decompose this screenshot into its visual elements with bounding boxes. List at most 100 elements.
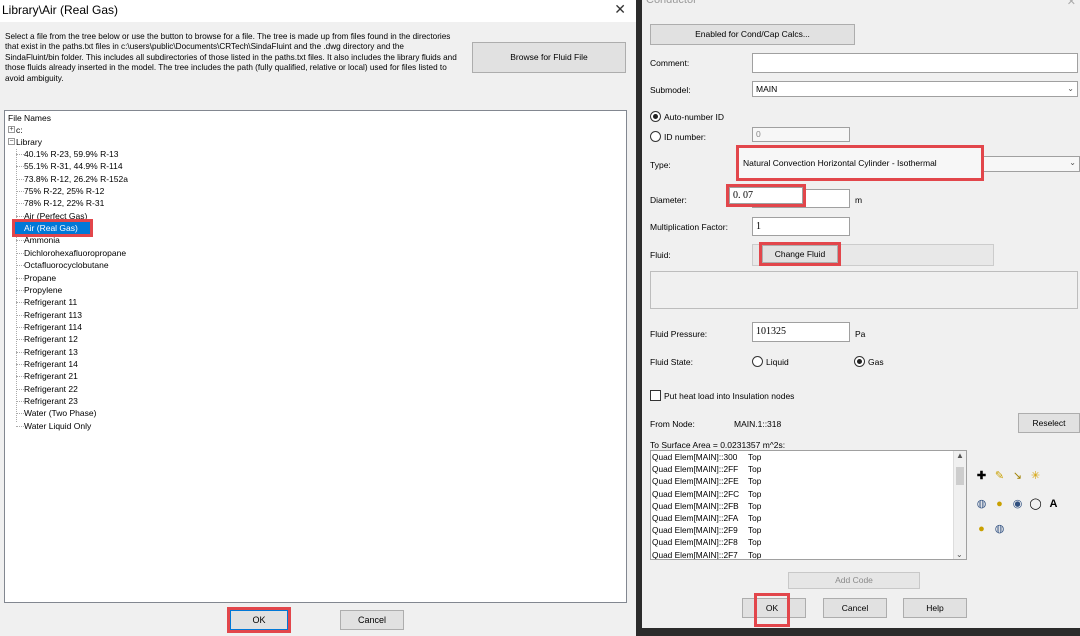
arrow-edit-icon[interactable]: ↘ xyxy=(1010,469,1025,484)
tree-node-c[interactable]: c: xyxy=(16,124,23,136)
list-item[interactable]: Quad Elem[MAIN]::2F7 Top xyxy=(651,549,966,560)
tree-node-fluid[interactable]: Refrigerant 11 xyxy=(24,296,77,308)
list-item[interactable]: Quad Elem[MAIN]::2F8 Top xyxy=(651,536,966,548)
element-list[interactable]: Quad Elem[MAIN]::300 Top Quad Elem[MAIN]::… xyxy=(650,450,967,560)
tree-node-fluid[interactable]: Refrigerant 114 xyxy=(24,321,82,333)
list-item[interactable]: Quad Elem[MAIN]::2F9 Top xyxy=(651,524,966,536)
bulb-small-icon[interactable]: ● xyxy=(974,522,989,537)
scroll-down-icon[interactable]: ⌄ xyxy=(956,550,963,559)
surface-area-value: 0.0231357 m^2s: xyxy=(720,440,786,450)
sparkle-icon[interactable]: ✳ xyxy=(1028,469,1043,484)
select-surface-icon[interactable]: ◉ xyxy=(1010,497,1025,512)
surface-area-label: To Surface Area = 0.0231357 m^2s: xyxy=(650,440,785,450)
pencil-icon[interactable]: ✎ xyxy=(992,469,1007,484)
library-cancel-button[interactable]: Cancel xyxy=(340,610,404,630)
tree-node-fluid[interactable]: Water (Two Phase) xyxy=(24,407,96,419)
fluid-pressure-input[interactable]: 101325 xyxy=(752,322,850,342)
list-item[interactable]: Quad Elem[MAIN]::2FE Top xyxy=(651,475,966,487)
list-item[interactable]: Quad Elem[MAIN]::2FA Top xyxy=(651,512,966,524)
tree-node-fluid[interactable]: 75% R-22, 25% R-12 xyxy=(24,185,104,197)
tree-node-fluid[interactable]: 40.1% R-23, 59.9% R-13 xyxy=(24,148,119,160)
tree-node-fluid[interactable]: Refrigerant 21 xyxy=(24,370,78,382)
comment-input[interactable] xyxy=(752,53,1078,73)
tree-node-fluid[interactable]: 73.8% R-12, 26.2% R-152a xyxy=(24,173,128,185)
tree-node-fluid[interactable]: Water Liquid Only xyxy=(24,420,91,432)
tree-node-fluid[interactable]: Refrigerant 13 xyxy=(24,346,78,358)
tree-node-fluid[interactable]: Propane xyxy=(24,272,56,284)
element-list-scrollbar[interactable]: ▲ ⌄ xyxy=(953,451,966,559)
gas-radio[interactable] xyxy=(854,356,865,367)
expand-c-icon[interactable]: + xyxy=(8,126,15,133)
submodel-value: MAIN xyxy=(756,84,778,94)
auto-number-radio[interactable] xyxy=(650,111,661,122)
tree-branch-line xyxy=(16,265,24,267)
tree-node-fluid[interactable]: 55.1% R-31, 44.9% R-114 xyxy=(24,160,123,172)
tree-node-fluid[interactable]: Refrigerant 14 xyxy=(24,358,78,370)
tree-node-fluid[interactable]: Refrigerant 22 xyxy=(24,383,78,395)
type-chevron-down-icon: ⌄ xyxy=(1069,158,1076,167)
enabled-cond-cap-button[interactable]: Enabled for Cond/Cap Calcs... xyxy=(650,24,855,45)
select-node-icon[interactable]: ◍ xyxy=(974,497,989,512)
tree-node-fluid[interactable]: Refrigerant 23 xyxy=(24,395,78,407)
diameter-input[interactable]: 0. 07 xyxy=(726,184,806,207)
tree-branch-line xyxy=(16,289,24,291)
tree-node-fluid[interactable]: Air (Perfect Gas) xyxy=(24,210,87,222)
list-item[interactable]: Quad Elem[MAIN]::2FB Top xyxy=(651,500,966,512)
list-item[interactable]: Quad Elem[MAIN]::2FF Top xyxy=(651,463,966,475)
type-select[interactable]: Natural Convection Horizontal Cylinder -… xyxy=(736,145,984,181)
conductor-cancel-button[interactable]: Cancel xyxy=(823,598,887,618)
letter-a-icon[interactable]: A xyxy=(1046,497,1061,512)
list-item[interactable]: Quad Elem[MAIN]::300 Top xyxy=(651,451,966,463)
tree-node-fluid[interactable]: Octafluorocyclobutane xyxy=(24,259,109,271)
tree-branch-line xyxy=(16,388,24,390)
conductor-ok-button[interactable]: OK xyxy=(754,593,790,627)
type-select-extension[interactable]: ⌄ xyxy=(984,156,1080,172)
tree-branch-line xyxy=(16,401,24,402)
tree-node-fluid[interactable]: Dichlorohexafluoropropane xyxy=(24,247,126,259)
element-side: Top xyxy=(748,476,762,487)
conductor-close-icon[interactable]: ✕ xyxy=(1067,0,1076,8)
file-tree[interactable]: File Names + c: − Library 40.1% R-23, 59… xyxy=(4,110,627,603)
surface-area-text: To Surface Area = xyxy=(650,440,718,450)
add-icon[interactable]: ✚ xyxy=(974,469,989,484)
circle-icon[interactable]: ◯ xyxy=(1028,497,1043,512)
multiplication-factor-input[interactable]: 1 xyxy=(752,217,850,236)
id-number-input[interactable]: 0 xyxy=(752,127,850,142)
collapse-library-icon[interactable]: − xyxy=(8,138,15,145)
tree-node-fluid[interactable]: Refrigerant 12 xyxy=(24,333,78,345)
library-ok-button[interactable]: OK xyxy=(227,607,291,633)
library-title: Library\Air (Real Gas) xyxy=(0,0,636,22)
add-code-button[interactable]: Add Code xyxy=(788,572,920,589)
tree-branch-line xyxy=(16,277,24,279)
tree-node-fluid-selected[interactable]: Air (Real Gas) xyxy=(12,219,93,238)
liquid-radio[interactable] xyxy=(752,356,763,367)
element-side: Top xyxy=(748,500,762,511)
tree-branch-line xyxy=(16,314,24,316)
tree-branch-line xyxy=(16,363,24,365)
tree-branch-line xyxy=(16,178,24,180)
id-number-radio[interactable] xyxy=(650,131,661,142)
node-small-icon[interactable]: ◍ xyxy=(992,522,1007,537)
tree-branch-line xyxy=(16,166,24,168)
tree-node-fluid[interactable]: Propylene xyxy=(24,284,62,296)
scroll-thumb[interactable] xyxy=(956,467,964,485)
tree-node-fluid[interactable]: 78% R-12, 22% R-31 xyxy=(24,197,104,209)
bulb-icon[interactable]: ● xyxy=(992,497,1007,512)
submodel-select[interactable]: MAIN ⌄ xyxy=(752,81,1078,97)
tree-node-library[interactable]: Library xyxy=(16,136,42,148)
scroll-up-icon[interactable]: ▲ xyxy=(956,451,964,460)
change-fluid-button[interactable]: Change Fluid xyxy=(759,242,841,266)
tree-branch-line xyxy=(16,302,24,304)
browse-fluid-file-button[interactable]: Browse for Fluid File xyxy=(472,42,626,73)
tree-node-fluid[interactable]: Ammonia xyxy=(24,234,60,246)
help-button[interactable]: Help xyxy=(903,598,967,618)
conductor-title: Conductor xyxy=(646,0,697,6)
insulation-checkbox[interactable] xyxy=(650,390,661,401)
gas-label: Gas xyxy=(868,357,884,367)
list-item[interactable]: Quad Elem[MAIN]::2FC Top xyxy=(651,488,966,500)
reselect-button[interactable]: Reselect xyxy=(1018,413,1080,433)
tree-node-fluid[interactable]: Refrigerant 113 xyxy=(24,309,82,321)
library-close-icon[interactable]: ✕ xyxy=(614,1,626,18)
tree-branch-line xyxy=(16,240,24,242)
element-side: Top xyxy=(748,452,762,462)
